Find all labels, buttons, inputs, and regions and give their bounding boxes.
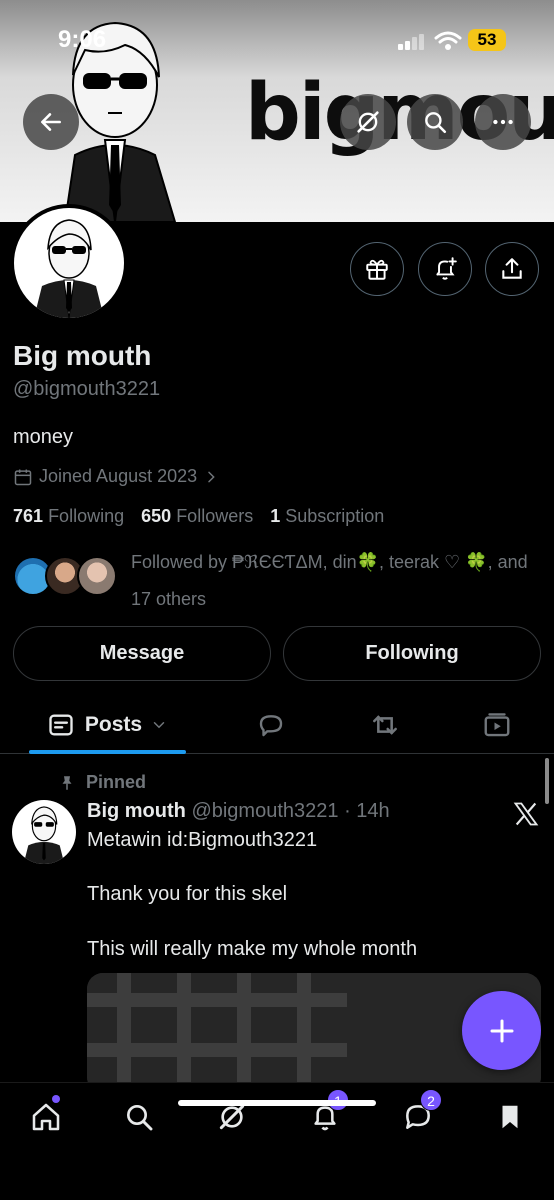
repost-icon <box>373 715 397 735</box>
tab-media[interactable] <box>476 696 518 754</box>
cellular-signal-icon <box>398 34 424 50</box>
back-button[interactable] <box>23 94 79 150</box>
follower-avatar <box>77 556 117 596</box>
video-media-icon <box>484 713 510 737</box>
search-button[interactable] <box>407 94 463 150</box>
chevron-down-icon <box>153 722 165 729</box>
pin-icon <box>62 775 72 790</box>
pinned-indicator: Pinned <box>58 772 146 793</box>
nav-bookmarks[interactable] <box>490 1097 530 1137</box>
status-time: 9:06 <box>58 26 107 53</box>
post-text-line: This will really make my whole month <box>87 938 418 960</box>
gift-button[interactable] <box>350 242 404 296</box>
nav-search[interactable] <box>119 1097 159 1137</box>
share-button[interactable] <box>485 242 539 296</box>
profile-handle: @bigmouth3221 <box>13 378 161 400</box>
chevron-right-icon <box>208 471 215 482</box>
avatar-illustration <box>34 219 104 318</box>
subscription-stat-label: Subscription <box>285 506 385 526</box>
tab-posts-label: Posts <box>84 713 143 736</box>
compose-post-button[interactable] <box>462 991 541 1070</box>
subscription-stat[interactable]: 1 Subscription <box>270 506 384 526</box>
home-indicator <box>178 1100 376 1106</box>
following-button[interactable]: Following <box>283 626 541 681</box>
subscription-count: 1 <box>270 506 281 526</box>
profile-avatar[interactable] <box>10 204 128 322</box>
followed-by-text: Followed by ₱ℜЄЄƬΔM, din🍀, teerak ♡ 🍀, a… <box>131 552 528 609</box>
profile-name: Big mouth <box>13 340 152 371</box>
share-icon <box>502 258 522 279</box>
battery-indicator: 53 <box>468 29 506 51</box>
search-icon <box>425 112 447 134</box>
posts-icon <box>49 714 73 736</box>
bell-plus-icon <box>436 257 457 280</box>
calendar-icon <box>14 469 32 485</box>
post-author-avatar[interactable] <box>12 800 76 864</box>
arrow-left-icon <box>41 113 61 131</box>
active-tab-indicator <box>29 750 186 754</box>
grok-icon <box>357 111 379 133</box>
messages-badge: 2 <box>420 1089 442 1111</box>
wifi-icon <box>434 31 462 50</box>
post-text-line: Thank you for this skel <box>87 883 288 905</box>
post-text-line: Metawin id:Bigmouth3221 <box>87 829 318 851</box>
notifications-subscribe-button[interactable] <box>418 242 472 296</box>
nav-home[interactable] <box>26 1095 66 1137</box>
joined-date[interactable]: Joined August 2023 <box>13 466 219 487</box>
reply-bubble-icon <box>259 715 283 737</box>
joined-label: Joined August 2023 <box>39 466 198 486</box>
home-unread-dot <box>52 1095 60 1103</box>
profile-stats: 761 Following 650 Followers 1 Subscripti… <box>13 506 384 527</box>
search-icon <box>127 1105 153 1131</box>
tab-posts[interactable]: Posts <box>29 696 186 754</box>
followers-count: 650 <box>141 506 172 526</box>
nav-messages[interactable]: 2 <box>398 1089 442 1137</box>
grok-button[interactable] <box>340 94 396 150</box>
bookmark-icon <box>502 1105 518 1129</box>
plus-icon <box>490 1019 513 1042</box>
scrollbar[interactable] <box>545 758 549 804</box>
status-bar: 9:06 53 <box>0 26 554 56</box>
following-stat[interactable]: 761 Following <box>13 506 124 526</box>
tab-replies[interactable] <box>250 696 292 754</box>
home-icon <box>32 1103 60 1131</box>
following-count: 761 <box>13 506 44 526</box>
tab-reposts[interactable] <box>364 696 406 754</box>
message-button[interactable]: Message <box>13 626 271 681</box>
x-logo-icon[interactable] <box>512 800 540 828</box>
post-author-name[interactable]: Big mouth <box>87 800 186 822</box>
more-horizontal-icon <box>493 119 513 125</box>
gift-icon <box>366 259 388 280</box>
post-meta: @bigmouth3221 · 14h <box>191 800 390 822</box>
more-options-button[interactable] <box>475 94 531 150</box>
profile-tabs: Posts <box>0 696 554 754</box>
following-stat-label: Following <box>48 506 125 526</box>
pinned-label: Pinned <box>86 772 147 792</box>
post-header: Big mouth @bigmouth3221 · 14h <box>87 800 390 823</box>
profile-bio: money <box>13 426 74 448</box>
avatar-illustration <box>23 806 65 864</box>
followers-stat[interactable]: 650 Followers <box>141 506 253 526</box>
followers-stat-label: Followers <box>176 506 254 526</box>
